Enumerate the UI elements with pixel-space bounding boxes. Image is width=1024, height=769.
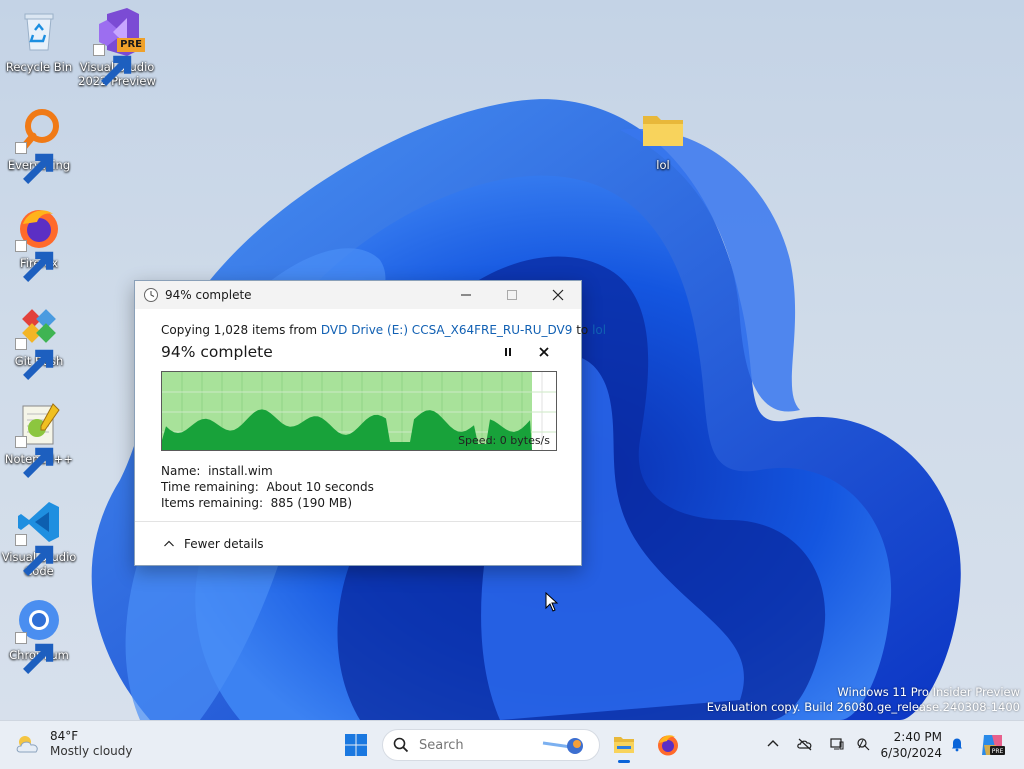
fewer-details-label: Fewer details	[184, 537, 264, 551]
dialog-titlebar[interactable]: 94% complete	[135, 281, 581, 309]
copy-details: Name: install.wim Time remaining: About …	[161, 463, 555, 511]
windows-logo-icon	[345, 734, 367, 756]
copy-to-text: to	[572, 323, 593, 337]
notifications-button[interactable]	[944, 731, 970, 757]
shortcut-arrow-icon	[15, 338, 54, 380]
volume-tray-button[interactable]	[850, 731, 876, 757]
bell-icon	[952, 738, 962, 752]
shortcut-arrow-icon	[15, 240, 54, 282]
minimize-button[interactable]	[443, 281, 489, 309]
taskbar: 84°F Mostly cloudy 2:40 PM 6/30/2024 P	[0, 720, 1024, 769]
copy-progress-dialog: 94% complete Copying 1,028 items from DV…	[134, 280, 606, 566]
file-name: install.wim	[208, 464, 273, 478]
taskbar-clock[interactable]: 2:40 PM 6/30/2024	[880, 729, 942, 761]
copilot-icon[interactable]: PRE	[978, 731, 1006, 759]
visual-studio-icon: PRE	[93, 8, 145, 86]
weather-widget[interactable]: 84°F Mostly cloudy	[14, 729, 133, 759]
cancel-copy-button[interactable]	[533, 341, 555, 363]
onedrive-tray-button[interactable]	[792, 731, 818, 757]
taskbar-search[interactable]	[382, 729, 600, 761]
time-remaining-row: Time remaining: About 10 seconds	[161, 480, 374, 494]
shortcut-arrow-icon	[15, 534, 54, 576]
start-button[interactable]	[336, 725, 376, 765]
network-tray-button[interactable]	[824, 731, 850, 757]
desktop-icon-folder-lol[interactable]: lol	[624, 106, 702, 172]
desktop-icon-vscode[interactable]: Visual Studio Code	[0, 498, 78, 578]
desktop-icon-everything[interactable]: Everything	[0, 106, 78, 184]
git-bash-icon	[15, 302, 63, 380]
destination-link[interactable]: lol	[592, 323, 606, 337]
folder-icon	[639, 106, 687, 154]
accessibility-icon	[857, 738, 870, 751]
transfer-speed-graph: Speed: 0 bytes/s	[161, 371, 557, 451]
fewer-details-button[interactable]: Fewer details	[163, 537, 264, 551]
source-link[interactable]: DVD Drive (E:) CCSA_X64FRE_RU-RU_DV9	[321, 323, 572, 337]
shortcut-arrow-icon	[15, 142, 54, 184]
desktop-icon-firefox[interactable]: Firefox	[0, 204, 78, 282]
watermark-line1: Windows 11 Pro Insider Preview	[837, 685, 1020, 699]
desktop-icon-notepad-plus-plus[interactable]: Notepad++	[0, 400, 78, 478]
desktop-icon-chromium[interactable]: Chromium	[0, 596, 78, 674]
chevron-up-icon	[164, 540, 174, 547]
search-icon	[393, 737, 409, 753]
clock-time: 2:40 PM	[893, 730, 942, 744]
weather-temperature: 84°F	[50, 729, 79, 743]
maximize-button[interactable]	[489, 281, 535, 309]
desktop-icon-visual-studio-2022-preview[interactable]: PRE Visual Studio 2022 Preview	[78, 8, 156, 88]
recycle-bin-icon	[15, 8, 63, 56]
desktop-icon-label: Recycle Bin	[5, 60, 73, 74]
shortcut-arrow-icon	[15, 632, 54, 674]
firefox-taskbar-button[interactable]	[648, 725, 688, 765]
clock-icon	[144, 288, 158, 302]
windows-watermark: Windows 11 Pro Insider Preview Evaluatio…	[707, 685, 1020, 715]
notepad-plus-plus-icon	[15, 400, 63, 478]
file-explorer-icon	[614, 737, 634, 753]
cloud-offline-icon	[797, 738, 812, 751]
show-hidden-icons-button[interactable]	[760, 731, 786, 757]
items-remaining: 885 (190 MB)	[270, 496, 353, 510]
active-indicator	[618, 760, 630, 763]
copy-summary: Copying 1,028 items from DVD Drive (E:) …	[161, 323, 606, 337]
watermark-line2: Evaluation copy. Build 26080.ge_release.…	[706, 700, 1020, 714]
clock-date: 6/30/2024	[880, 746, 942, 760]
search-input[interactable]	[417, 736, 541, 754]
dialog-title: 94% complete	[165, 288, 252, 302]
items-remaining-row: Items remaining: 885 (190 MB)	[161, 496, 353, 510]
cloudy-weather-icon	[16, 736, 38, 753]
network-icon	[830, 738, 844, 750]
everything-search-icon	[15, 106, 63, 184]
shortcut-arrow-icon	[15, 436, 54, 478]
name-row: Name: install.wim	[161, 464, 273, 478]
time-remaining: About 10 seconds	[266, 480, 374, 494]
mouse-cursor-icon	[545, 592, 559, 612]
firefox-icon	[658, 735, 678, 756]
search-highlight-icon	[542, 738, 583, 754]
pause-button[interactable]	[497, 341, 519, 363]
chromium-icon	[15, 596, 63, 674]
vscode-icon	[15, 498, 63, 576]
weather-description: Mostly cloudy	[50, 744, 133, 758]
shortcut-arrow-icon	[93, 44, 132, 86]
firefox-icon	[15, 204, 63, 282]
desktop-icon-label: lol	[656, 158, 670, 172]
desktop-icon-recycle-bin[interactable]: Recycle Bin	[0, 8, 78, 74]
dialog-separator	[135, 521, 581, 522]
speed-label: Speed: 0 bytes/s	[458, 434, 550, 447]
close-button[interactable]	[535, 281, 581, 309]
copy-prefix: Copying 1,028 items from	[161, 323, 321, 337]
svg-text:PRE: PRE	[992, 748, 1004, 755]
desktop-icon-git-bash[interactable]: Git Bash	[0, 302, 78, 380]
progress-percent-text: 94% complete	[161, 343, 273, 361]
chevron-up-icon	[767, 740, 779, 747]
file-explorer-taskbar-button[interactable]	[604, 725, 644, 765]
